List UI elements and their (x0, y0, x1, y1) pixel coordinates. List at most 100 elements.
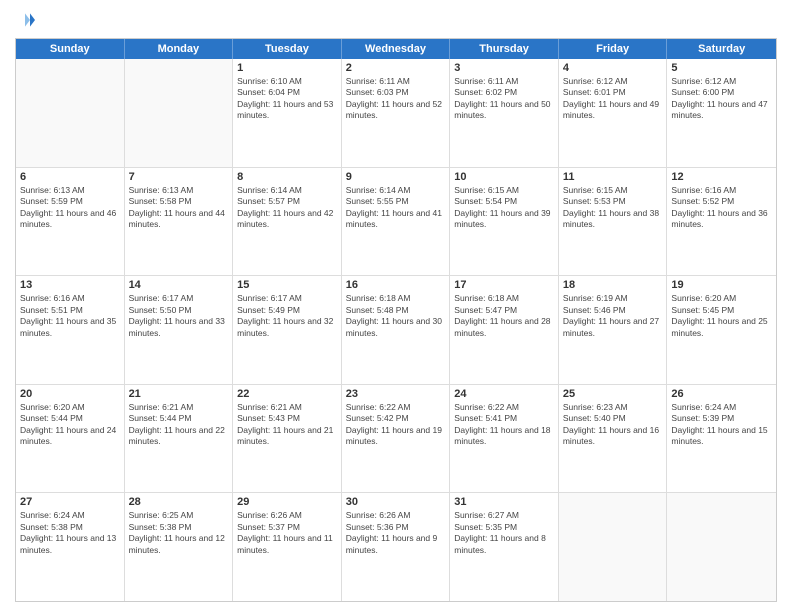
day-info: Sunrise: 6:20 AM Sunset: 5:45 PM Dayligh… (671, 293, 772, 339)
day-number: 7 (129, 171, 229, 183)
calendar-cell: 19 Sunrise: 6:20 AM Sunset: 5:45 PM Dayli… (667, 276, 776, 384)
calendar-cell: 2 Sunrise: 6:11 AM Sunset: 6:03 PM Daylig… (342, 59, 451, 167)
day-number: 4 (563, 62, 663, 74)
day-info: Sunrise: 6:10 AM Sunset: 6:04 PM Dayligh… (237, 76, 337, 122)
calendar-cell: 7 Sunrise: 6:13 AM Sunset: 5:58 PM Daylig… (125, 168, 234, 276)
day-number: 27 (20, 496, 120, 508)
day-number: 11 (563, 171, 663, 183)
day-number: 19 (671, 279, 772, 291)
day-number: 20 (20, 388, 120, 400)
day-info: Sunrise: 6:17 AM Sunset: 5:49 PM Dayligh… (237, 293, 337, 339)
calendar-cell: 11Sunrise: 6:15 AM Sunset: 5:53 PM Dayli… (559, 168, 668, 276)
calendar-cell: 14Sunrise: 6:17 AM Sunset: 5:50 PM Dayli… (125, 276, 234, 384)
day-number: 8 (237, 171, 337, 183)
header-cell-saturday: Saturday (667, 39, 776, 59)
calendar-row-3: 20 Sunrise: 6:20 AM Sunset: 5:44 PM Dayli… (16, 385, 776, 494)
calendar-cell: 23 Sunrise: 6:22 AM Sunset: 5:42 PM Dayli… (342, 385, 451, 493)
calendar-cell: 15 Sunrise: 6:17 AM Sunset: 5:49 PM Dayli… (233, 276, 342, 384)
calendar-cell: 24 Sunrise: 6:22 AM Sunset: 5:41 PM Dayli… (450, 385, 559, 493)
day-info: Sunrise: 6:13 AM Sunset: 5:58 PM Dayligh… (129, 185, 229, 231)
calendar-row-0: 1 Sunrise: 6:10 AM Sunset: 6:04 PM Daylig… (16, 59, 776, 168)
calendar-cell (16, 59, 125, 167)
day-info: Sunrise: 6:11 AM Sunset: 6:03 PM Dayligh… (346, 76, 446, 122)
day-info: Sunrise: 6:22 AM Sunset: 5:42 PM Dayligh… (346, 402, 446, 448)
calendar-row-4: 27 Sunrise: 6:24 AM Sunset: 5:38 PM Dayli… (16, 493, 776, 601)
calendar-cell: 4 Sunrise: 6:12 AM Sunset: 6:01 PM Daylig… (559, 59, 668, 167)
day-number: 24 (454, 388, 554, 400)
calendar-cell: 18 Sunrise: 6:19 AM Sunset: 5:46 PM Dayli… (559, 276, 668, 384)
day-info: Sunrise: 6:18 AM Sunset: 5:47 PM Dayligh… (454, 293, 554, 339)
calendar-cell: 21 Sunrise: 6:21 AM Sunset: 5:44 PM Dayli… (125, 385, 234, 493)
day-number: 23 (346, 388, 446, 400)
day-number: 30 (346, 496, 446, 508)
header-cell-sunday: Sunday (16, 39, 125, 59)
day-number: 26 (671, 388, 772, 400)
calendar-cell: 9Sunrise: 6:14 AM Sunset: 5:55 PM Daylig… (342, 168, 451, 276)
day-info: Sunrise: 6:21 AM Sunset: 5:44 PM Dayligh… (129, 402, 229, 448)
day-number: 21 (129, 388, 229, 400)
calendar-cell (559, 493, 668, 601)
calendar-row-1: 6Sunrise: 6:13 AM Sunset: 5:59 PM Daylig… (16, 168, 776, 277)
calendar-cell: 12Sunrise: 6:16 AM Sunset: 5:52 PM Dayli… (667, 168, 776, 276)
day-number: 10 (454, 171, 554, 183)
day-number: 16 (346, 279, 446, 291)
day-number: 5 (671, 62, 772, 74)
day-info: Sunrise: 6:14 AM Sunset: 5:57 PM Dayligh… (237, 185, 337, 231)
day-info: Sunrise: 6:13 AM Sunset: 5:59 PM Dayligh… (20, 185, 120, 231)
day-info: Sunrise: 6:24 AM Sunset: 5:38 PM Dayligh… (20, 510, 120, 556)
day-info: Sunrise: 6:22 AM Sunset: 5:41 PM Dayligh… (454, 402, 554, 448)
calendar-cell (667, 493, 776, 601)
calendar-cell: 27 Sunrise: 6:24 AM Sunset: 5:38 PM Dayli… (16, 493, 125, 601)
calendar-cell: 16 Sunrise: 6:18 AM Sunset: 5:48 PM Dayli… (342, 276, 451, 384)
day-number: 28 (129, 496, 229, 508)
day-info: Sunrise: 6:25 AM Sunset: 5:38 PM Dayligh… (129, 510, 229, 556)
day-info: Sunrise: 6:21 AM Sunset: 5:43 PM Dayligh… (237, 402, 337, 448)
day-number: 3 (454, 62, 554, 74)
logo (15, 10, 39, 30)
calendar-cell: 8 Sunrise: 6:14 AM Sunset: 5:57 PM Daylig… (233, 168, 342, 276)
day-info: Sunrise: 6:16 AM Sunset: 5:51 PM Dayligh… (20, 293, 120, 339)
header-cell-tuesday: Tuesday (233, 39, 342, 59)
header (15, 10, 777, 30)
header-cell-wednesday: Wednesday (342, 39, 451, 59)
calendar-cell: 28 Sunrise: 6:25 AM Sunset: 5:38 PM Dayli… (125, 493, 234, 601)
calendar-cell: 6Sunrise: 6:13 AM Sunset: 5:59 PM Daylig… (16, 168, 125, 276)
day-info: Sunrise: 6:26 AM Sunset: 5:37 PM Dayligh… (237, 510, 337, 556)
day-number: 2 (346, 62, 446, 74)
calendar-cell: 1 Sunrise: 6:10 AM Sunset: 6:04 PM Daylig… (233, 59, 342, 167)
day-number: 31 (454, 496, 554, 508)
day-info: Sunrise: 6:16 AM Sunset: 5:52 PM Dayligh… (671, 185, 772, 231)
day-info: Sunrise: 6:12 AM Sunset: 6:01 PM Dayligh… (563, 76, 663, 122)
day-number: 29 (237, 496, 337, 508)
calendar-row-2: 13Sunrise: 6:16 AM Sunset: 5:51 PM Dayli… (16, 276, 776, 385)
day-info: Sunrise: 6:18 AM Sunset: 5:48 PM Dayligh… (346, 293, 446, 339)
day-info: Sunrise: 6:27 AM Sunset: 5:35 PM Dayligh… (454, 510, 554, 556)
calendar-cell: 3 Sunrise: 6:11 AM Sunset: 6:02 PM Daylig… (450, 59, 559, 167)
calendar-cell: 22 Sunrise: 6:21 AM Sunset: 5:43 PM Dayli… (233, 385, 342, 493)
calendar-cell: 25Sunrise: 6:23 AM Sunset: 5:40 PM Dayli… (559, 385, 668, 493)
day-number: 9 (346, 171, 446, 183)
calendar-cell: 13Sunrise: 6:16 AM Sunset: 5:51 PM Dayli… (16, 276, 125, 384)
day-info: Sunrise: 6:26 AM Sunset: 5:36 PM Dayligh… (346, 510, 446, 556)
day-info: Sunrise: 6:12 AM Sunset: 6:00 PM Dayligh… (671, 76, 772, 122)
header-cell-friday: Friday (559, 39, 668, 59)
day-number: 15 (237, 279, 337, 291)
calendar-cell: 30 Sunrise: 6:26 AM Sunset: 5:36 PM Dayli… (342, 493, 451, 601)
day-number: 25 (563, 388, 663, 400)
calendar-cell: 5 Sunrise: 6:12 AM Sunset: 6:00 PM Daylig… (667, 59, 776, 167)
day-number: 18 (563, 279, 663, 291)
day-number: 14 (129, 279, 229, 291)
day-number: 22 (237, 388, 337, 400)
calendar-cell: 29 Sunrise: 6:26 AM Sunset: 5:37 PM Dayli… (233, 493, 342, 601)
day-number: 1 (237, 62, 337, 74)
calendar-cell: 10Sunrise: 6:15 AM Sunset: 5:54 PM Dayli… (450, 168, 559, 276)
page: SundayMondayTuesdayWednesdayThursdayFrid… (0, 0, 792, 612)
calendar-cell: 17Sunrise: 6:18 AM Sunset: 5:47 PM Dayli… (450, 276, 559, 384)
calendar: SundayMondayTuesdayWednesdayThursdayFrid… (15, 38, 777, 602)
day-info: Sunrise: 6:24 AM Sunset: 5:39 PM Dayligh… (671, 402, 772, 448)
header-cell-monday: Monday (125, 39, 234, 59)
day-info: Sunrise: 6:11 AM Sunset: 6:02 PM Dayligh… (454, 76, 554, 122)
day-info: Sunrise: 6:19 AM Sunset: 5:46 PM Dayligh… (563, 293, 663, 339)
calendar-header: SundayMondayTuesdayWednesdayThursdayFrid… (16, 39, 776, 59)
day-info: Sunrise: 6:20 AM Sunset: 5:44 PM Dayligh… (20, 402, 120, 448)
